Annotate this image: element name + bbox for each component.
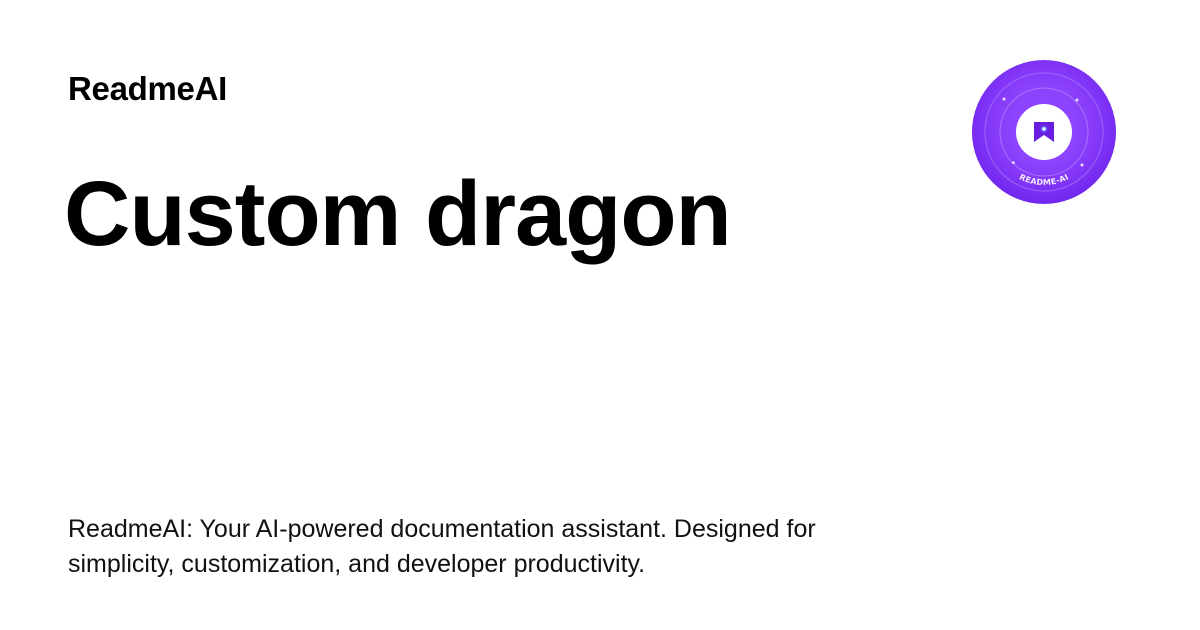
readme-ai-logo: README-AI [971,59,1117,205]
badge-star-icon [1075,98,1079,102]
badge-star-icon [1002,97,1006,101]
page-title: Custom dragon [64,163,732,265]
readme-ai-badge-icon: README-AI [972,60,1116,204]
brand-name: ReadmeAI [68,70,227,107]
page-description: ReadmeAI: Your AI-powered documentation … [68,515,816,578]
badge-star-icon [1080,163,1084,167]
social-card: ReadmeAI Custom dragon ReadmeAI: Your AI… [0,0,1200,630]
bookmark-core-highlight-icon [1042,127,1046,131]
